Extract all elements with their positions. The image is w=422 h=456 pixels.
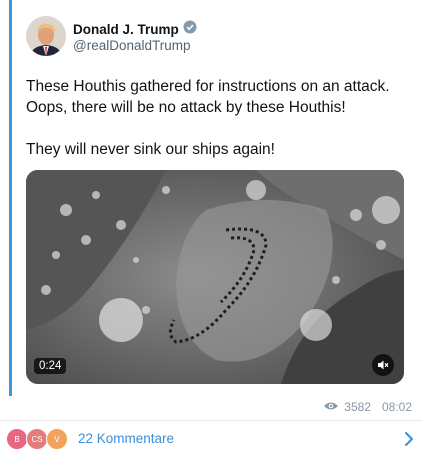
post-text-paragraph-2: They will never sink our ships again! (26, 141, 275, 158)
post-meta: 3582 08:02 (323, 400, 412, 414)
video-duration: 0:24 (34, 358, 67, 374)
comments-link[interactable]: 22 Kommentare (78, 431, 174, 446)
post-time: 08:02 (381, 400, 412, 414)
commenter-avatar: CS (26, 428, 48, 450)
chevron-right-icon[interactable] (404, 431, 414, 452)
post-text-paragraph-1: These Houthis gathered for instructions … (26, 78, 390, 116)
commenter-avatars: B CS V (6, 428, 70, 450)
forwarded-post: Donald J. Trump @realDonaldTrump These H… (0, 0, 422, 422)
author-handle[interactable]: @realDonaldTrump (73, 38, 191, 53)
commenter-avatar: B (6, 428, 28, 450)
post-text: These Houthis gathered for instructions … (26, 76, 406, 160)
view-count: 3582 (344, 400, 371, 414)
author-name[interactable]: Donald J. Trump (73, 22, 179, 37)
eye-icon (323, 400, 339, 414)
comments-bar[interactable]: B CS V 22 Kommentare (0, 422, 422, 456)
video-thumbnail (26, 170, 404, 384)
divider (0, 420, 422, 421)
video-player[interactable]: 0:24 (26, 170, 404, 384)
author-avatar[interactable] (26, 16, 66, 56)
commenter-avatar: V (46, 428, 68, 450)
verified-badge-icon (183, 20, 197, 39)
speaker-muted-icon[interactable] (372, 354, 394, 376)
quote-bar (9, 0, 12, 396)
author-name-row: Donald J. Trump (73, 20, 197, 39)
